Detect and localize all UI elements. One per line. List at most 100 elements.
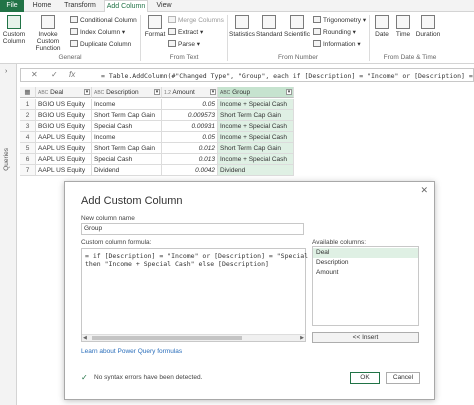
- formula-bar-text[interactable]: = Table.AddColumn(#"Changed Type", "Grou…: [101, 72, 473, 80]
- filter-dropdown-icon[interactable]: ▾: [84, 89, 90, 95]
- parse-button[interactable]: Parse ▾: [168, 40, 200, 49]
- scroll-right-icon[interactable]: ▶: [300, 335, 304, 341]
- table-cell-desc[interactable]: Special Cash: [92, 154, 162, 165]
- scroll-left-icon[interactable]: ◀: [83, 335, 87, 341]
- time-button[interactable]: Time: [393, 15, 413, 38]
- column-header-deal[interactable]: ABC Deal ▾: [36, 87, 92, 98]
- conditional-column-button[interactable]: Conditional Column: [70, 16, 137, 25]
- table-row[interactable]: 2 BGIO US Equity Short Term Cap Gain 0.0095…: [20, 110, 300, 121]
- chevron-right-icon[interactable]: ›: [5, 68, 7, 75]
- ok-button[interactable]: OK: [350, 372, 380, 384]
- table-cell-group[interactable]: Income + Special Cash: [218, 154, 294, 165]
- table-cell-deal[interactable]: AAPL US Equity: [36, 143, 92, 154]
- tab-view[interactable]: View: [152, 0, 176, 12]
- available-columns-list[interactable]: Deal Description Amount: [312, 246, 419, 326]
- table-cell-deal[interactable]: BGIO US Equity: [36, 99, 92, 110]
- table-row[interactable]: 3 BGIO US Equity Special Cash 0.00931 Income…: [20, 121, 300, 132]
- custom-formula-text[interactable]: = if [Description] = "Income" or [Descri…: [85, 252, 332, 268]
- index-column-button[interactable]: Index Column ▾: [70, 28, 125, 37]
- tab-transform[interactable]: Transform: [60, 0, 100, 12]
- table-cell-deal[interactable]: AAPL US Equity: [36, 165, 92, 176]
- queries-pane-label: Queries: [3, 148, 10, 171]
- queries-pane[interactable]: › Queries: [0, 64, 17, 405]
- row-number[interactable]: 5: [20, 143, 36, 154]
- table-cell-deal[interactable]: BGIO US Equity: [36, 121, 92, 132]
- table-cell-amount[interactable]: 0.05: [162, 132, 218, 143]
- table-row[interactable]: 4 AAPL US Equity Income 0.05 Income + Specia…: [20, 132, 300, 143]
- check-icon[interactable]: ✓: [51, 70, 58, 79]
- table-cell-desc[interactable]: Short Term Cap Gain: [92, 110, 162, 121]
- row-number[interactable]: 1: [20, 99, 36, 110]
- tab-file[interactable]: File: [0, 0, 24, 12]
- horizontal-scrollbar[interactable]: ◀ ▶: [82, 334, 305, 341]
- table-cell-desc[interactable]: Dividend: [92, 165, 162, 176]
- close-icon[interactable]: ✕: [420, 185, 428, 196]
- custom-column-button[interactable]: Custom Column: [2, 15, 26, 45]
- column-header-description[interactable]: ABC Description ▾: [92, 87, 162, 98]
- statistics-button[interactable]: Statistics: [229, 15, 255, 38]
- column-header-amount[interactable]: 1.2 Amount ▾: [162, 87, 218, 98]
- table-cell-desc[interactable]: Income: [92, 132, 162, 143]
- learn-power-query-link[interactable]: Learn about Power Query formulas: [81, 348, 182, 355]
- extract-button[interactable]: Extract ▾: [168, 28, 203, 37]
- scientific-button[interactable]: Scientific: [283, 15, 311, 38]
- column-header-group[interactable]: ABC Group ▾: [218, 87, 294, 98]
- table-cell-deal[interactable]: AAPL US Equity: [36, 132, 92, 143]
- standard-button[interactable]: Standard: [256, 15, 282, 38]
- row-number[interactable]: 6: [20, 154, 36, 165]
- duration-button[interactable]: Duration: [414, 15, 442, 38]
- filter-dropdown-icon[interactable]: ▾: [286, 89, 292, 95]
- table-row[interactable]: 6 AAPL US Equity Special Cash 0.013 Income +…: [20, 154, 300, 165]
- table-cell-amount[interactable]: 0.009573: [162, 110, 218, 121]
- available-column-item[interactable]: Description: [313, 258, 418, 268]
- custom-formula-editor[interactable]: = if [Description] = "Income" or [Descri…: [81, 248, 332, 342]
- table-row[interactable]: 5 AAPL US Equity Short Term Cap Gain 0.012 S…: [20, 143, 300, 154]
- scrollbar-thumb[interactable]: [92, 336, 242, 340]
- table-row[interactable]: 7 AAPL US Equity Dividend 0.0042 Dividend: [20, 165, 300, 176]
- date-button[interactable]: Date: [372, 15, 392, 38]
- table-cell-group[interactable]: Income + Special Cash: [218, 132, 294, 143]
- merge-columns-button[interactable]: Merge Columns: [168, 16, 224, 25]
- table-cell-group[interactable]: Income + Special Cash: [218, 121, 294, 132]
- table-cell-desc[interactable]: Income: [92, 99, 162, 110]
- ribbon-tab-strip: File Home Transform Add Column View: [0, 0, 474, 13]
- row-number[interactable]: 4: [20, 132, 36, 143]
- invoke-custom-function-button[interactable]: Invoke Custom Function: [28, 15, 68, 52]
- table-cell-group[interactable]: Dividend: [218, 165, 294, 176]
- cancel-button[interactable]: Cancel: [386, 372, 420, 384]
- table-cell-desc[interactable]: Short Term Cap Gain: [92, 143, 162, 154]
- table-cell-amount[interactable]: 0.013: [162, 154, 218, 165]
- available-column-item[interactable]: Amount: [313, 268, 418, 278]
- table-cell-amount[interactable]: 0.00931: [162, 121, 218, 132]
- extract-icon: [168, 28, 176, 35]
- table-cell-group[interactable]: Short Term Cap Gain: [218, 110, 294, 121]
- information-button[interactable]: Information ▾: [313, 40, 361, 49]
- formula-bar[interactable]: ✕ ✓ fx = Table.AddColumn(#"Changed Type"…: [20, 68, 474, 82]
- new-column-name-input[interactable]: Group: [81, 223, 304, 235]
- grid-corner[interactable]: ▦: [20, 87, 36, 98]
- clock-icon: [396, 15, 410, 29]
- table-cell-group[interactable]: Income + Special Cash: [218, 99, 294, 110]
- trigonometry-button[interactable]: Trigonometry ▾: [313, 16, 366, 25]
- rounding-button[interactable]: Rounding ▾: [313, 28, 356, 37]
- row-number[interactable]: 2: [20, 110, 36, 121]
- table-cell-group[interactable]: Short Term Cap Gain: [218, 143, 294, 154]
- table-cell-amount[interactable]: 0.05: [162, 99, 218, 110]
- cancel-icon[interactable]: ✕: [31, 70, 38, 79]
- table-cell-amount[interactable]: 0.012: [162, 143, 218, 154]
- format-button[interactable]: Format: [144, 15, 166, 38]
- available-column-item[interactable]: Deal: [313, 248, 418, 258]
- tab-home[interactable]: Home: [28, 0, 56, 12]
- filter-dropdown-icon[interactable]: ▾: [210, 89, 216, 95]
- row-number[interactable]: 3: [20, 121, 36, 132]
- table-cell-deal[interactable]: AAPL US Equity: [36, 154, 92, 165]
- insert-button[interactable]: << Insert: [312, 332, 419, 343]
- duplicate-column-button[interactable]: Duplicate Column: [70, 40, 131, 49]
- table-row[interactable]: 1 BGIO US Equity Income 0.05 Income + Specia…: [20, 99, 300, 110]
- table-cell-deal[interactable]: BGIO US Equity: [36, 110, 92, 121]
- filter-dropdown-icon[interactable]: ▾: [154, 89, 160, 95]
- row-number[interactable]: 7: [20, 165, 36, 176]
- table-cell-amount[interactable]: 0.0042: [162, 165, 218, 176]
- table-cell-desc[interactable]: Special Cash: [92, 121, 162, 132]
- custom-column-icon: [7, 15, 21, 29]
